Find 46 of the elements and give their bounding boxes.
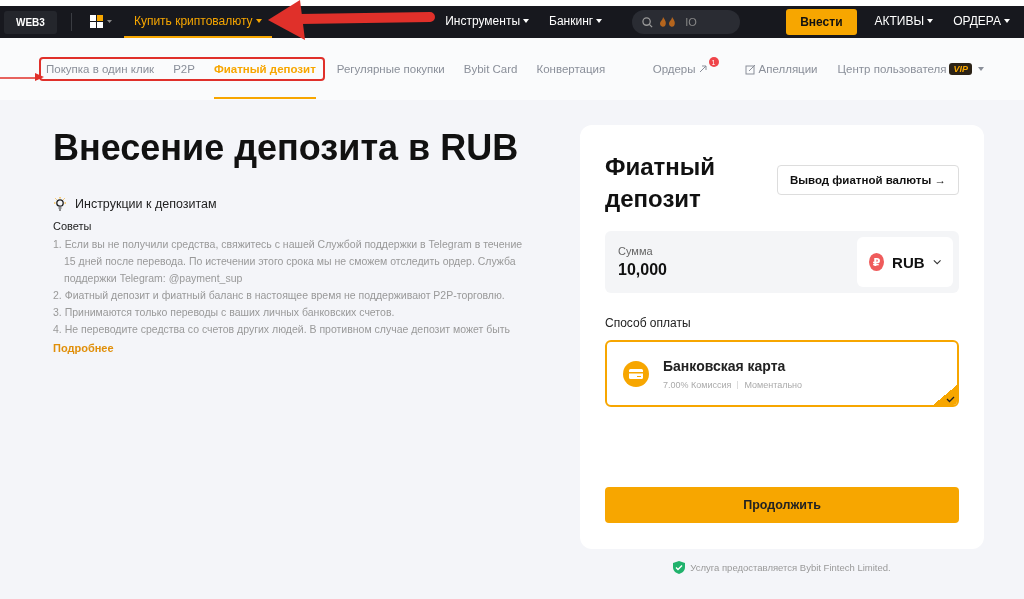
edit-icon	[744, 63, 756, 75]
tip-text: 1. Если вы не получили средства, свяжитесь с нашей Службой поддержки в Telegram в течение 15 дней после перевода. По истечении этого срока мы не сможем отследить ордер. Служба поддержки Telegram: @payment_sup	[53, 237, 524, 286]
search-icon	[642, 16, 654, 28]
nav-menu-item[interactable]: ОРДЕРА	[943, 6, 1020, 38]
nav-menu-item[interactable]: Инструменты	[435, 6, 540, 38]
caret-icon	[523, 19, 530, 23]
currency-select[interactable]: ₽ RUB	[857, 237, 953, 287]
caret-icon	[978, 67, 984, 71]
ruble-icon: ₽	[869, 253, 885, 271]
amount-label: Сумма	[618, 245, 654, 257]
tip-text: 3. Принимаются только переводы с ваших личных банковских счетов.	[53, 305, 396, 320]
caret-icon	[255, 19, 262, 23]
nav-menu-item[interactable]: Банкинг	[539, 6, 613, 38]
amount-field[interactable]: Сумма 10,000 ₽ RUB	[605, 231, 959, 293]
page-title: Внесение депозита в RUB	[53, 127, 520, 169]
amount-input[interactable]: 10,000	[618, 261, 768, 279]
continue-button[interactable]: Продолжить	[605, 487, 959, 523]
payment-method-label: Способ оплаты	[605, 316, 692, 330]
service-note: Услуга предоставляется Bybit Fintech Limited.	[690, 562, 891, 573]
method-speed: Моментально	[744, 379, 803, 390]
search-input[interactable]: IO	[683, 15, 724, 29]
tip-text: 2. Фиатный депозит и фиатный баланс в настоящее время не поддерживают P2P-торговлю.	[53, 288, 506, 303]
flame-icon	[659, 17, 678, 27]
external-arrow-icon	[698, 65, 707, 73]
deposit-button[interactable]: Внести	[786, 9, 857, 35]
method-name: Банковская карта	[663, 357, 787, 374]
tip-text: 4. Не переводите средства со счетов других людей. В противном случае депозит может быть	[53, 322, 512, 337]
tips-label: Советы	[53, 220, 93, 232]
card-title: Фиатный депозит	[605, 152, 717, 214]
shield-check-icon	[673, 561, 686, 574]
withdraw-button[interactable]: Вывод фиатной валюты →	[776, 165, 959, 195]
user-center-menu[interactable]: Центр пользователя VIP	[837, 63, 984, 75]
vip-badge: VIP	[949, 63, 972, 75]
web3-button[interactable]: WEB3	[4, 10, 57, 34]
method-fee: 7.00% Комиссия	[663, 379, 732, 390]
apps-grid-icon[interactable]	[89, 15, 114, 29]
lightbulb-icon	[53, 197, 67, 211]
chevron-down-icon	[932, 259, 941, 265]
nav-menu-item[interactable]: АКТИВЫ	[864, 6, 944, 38]
payment-method-option[interactable]: Банковская карта 7.00% Комиссия Моментально	[605, 340, 959, 407]
caret-icon	[927, 19, 934, 23]
card-icon	[623, 360, 649, 387]
caret-icon	[1004, 19, 1010, 23]
caret-icon	[596, 19, 603, 23]
search-field[interactable]: IO	[632, 10, 741, 34]
instructions-heading: Инструкции к депозитам	[75, 197, 217, 211]
